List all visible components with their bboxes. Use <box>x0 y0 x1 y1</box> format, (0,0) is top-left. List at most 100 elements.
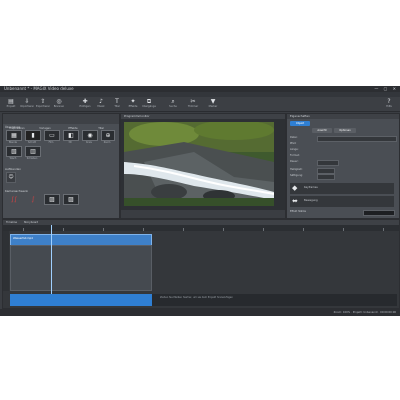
properties-header: Eigenschaften <box>287 114 399 119</box>
plus-icon: ✚ <box>82 98 88 105</box>
transition-thumb[interactable]: ◧ <box>63 130 79 141</box>
music-icon: ♪ <box>99 98 103 105</box>
image-icon: ▨ <box>68 196 74 203</box>
transition-thumb[interactable]: ▧ <box>6 146 22 157</box>
toolbar-label: Exportieren <box>36 105 50 108</box>
toolbar-help-button[interactable]: ? Hilfe <box>382 98 396 110</box>
keyframes-card[interactable]: ◆ Keyframes <box>290 183 394 194</box>
toolbar-label: Hilfe <box>386 105 392 108</box>
drop-zone-selection <box>10 294 152 306</box>
prop-saturation: Sättigung: <box>290 174 303 177</box>
transition-thumb[interactable]: ◉ <box>82 130 98 141</box>
program-monitor: Programmmonitor ⏮ ◀ ▶ ■ ▶▶ ⏭ <box>120 113 286 226</box>
effect-strength-field[interactable] <box>363 210 395 216</box>
app-window: Unbenannt * - MAGIX Video deluxe — ▢ ✕ D… <box>0 86 400 316</box>
toolbar-search-button[interactable]: ⌕ Suche <box>166 98 180 110</box>
pan-item[interactable]: ∫∫ <box>6 194 22 205</box>
saturation-field[interactable] <box>317 174 335 180</box>
keyframes-label: Keyframes <box>304 186 318 189</box>
toolbar-transitions-button[interactable]: ⧉ Übergänge <box>142 98 156 110</box>
prop-brightness: Helligkeit: <box>290 168 303 171</box>
effect-strength-label: Effekt Stärke <box>290 210 307 213</box>
scissors-icon: ✂ <box>190 98 196 105</box>
thumb-label: Blende <box>9 141 17 144</box>
pan-item[interactable]: ∫ <box>25 194 41 205</box>
monitor-header: Programmmonitor <box>121 114 285 119</box>
media-pool-tabs: Importieren Vorlagen Effekte Titel <box>3 114 119 130</box>
help-icon: ? <box>387 98 391 105</box>
section-camera-pan: Kameraschwenk <box>5 189 28 193</box>
toolbar-label: Projekt <box>6 105 16 108</box>
thumb-label: 3D <box>68 141 72 144</box>
audio-track-area[interactable] <box>10 245 152 291</box>
video-frame[interactable] <box>124 122 274 206</box>
drop-zone[interactable]: Ziehen Sie Medien hierher, um sie dem Pr… <box>10 294 397 306</box>
person-icon: ☺ <box>8 174 14 180</box>
transition-thumb[interactable]: ⊕ <box>101 130 115 141</box>
transition-thumb[interactable]: ▭ <box>44 130 60 141</box>
toolbar-label: Musik <box>97 105 105 108</box>
wipe-icon: ▧ <box>11 148 17 155</box>
toolbar: ▤ Projekt ⇩ Importieren ⇧ Exportieren ◎ Bren… <box>0 97 400 112</box>
marker-icon: ▼ <box>210 98 216 105</box>
tab-storyboard[interactable]: Storyboard <box>24 221 38 224</box>
view-tab[interactable]: Ansicht <box>312 128 332 133</box>
toolbar-burn-button[interactable]: ◎ Brennen <box>52 98 66 110</box>
thumb-label: Schnitt <box>27 141 37 144</box>
toolbar-project-button[interactable]: ▤ Projekt <box>4 98 18 110</box>
duration-field[interactable] <box>317 160 339 166</box>
circle-icon: ◉ <box>87 132 93 139</box>
section-transitions: Übergänge <box>5 125 21 129</box>
toolbar-insert-button[interactable]: ✚ Einfügen <box>78 98 92 110</box>
playhead[interactable] <box>51 225 52 305</box>
timeline-ruler[interactable] <box>3 225 399 231</box>
fade-icon: ▦ <box>11 132 17 139</box>
toolbar-label: Suche <box>169 105 177 108</box>
fade-in-item[interactable]: ☺ <box>6 172 16 183</box>
prop-length: Länge: <box>290 148 299 151</box>
thumb-label: Film <box>48 141 54 144</box>
transition-thumb[interactable]: ▥ <box>25 146 41 157</box>
project-icon: ▤ <box>8 98 14 105</box>
status-bar: Zoom: 100% · Projekt: Unbenannt · 00:00:… <box>0 309 400 316</box>
toolbar-trim-button[interactable]: ✂ Trimmer <box>186 98 200 110</box>
file-field[interactable] <box>317 136 397 142</box>
toolbar-music-button[interactable]: ♪ Musik <box>94 98 108 110</box>
disc-icon: ◎ <box>56 98 62 105</box>
motion-card[interactable]: ⬌ Bewegung <box>290 196 394 207</box>
film-icon: ▭ <box>49 132 55 139</box>
effects-icon: ✦ <box>130 98 136 105</box>
toolbar-label: Marker <box>208 105 218 108</box>
keyframe-icon: ◆ <box>292 184 298 192</box>
waterfall-image <box>124 122 274 206</box>
transition-thumb[interactable]: ▦ <box>6 130 22 141</box>
image-icon: ▨ <box>49 196 55 203</box>
media-pool-panel: Importieren Vorlagen Effekte Titel Übergäng… <box>2 113 120 219</box>
clip-label: Wasserfall.mp4 <box>13 237 33 240</box>
toolbar-title-button[interactable]: T Titel <box>110 98 124 110</box>
options-tab[interactable]: Optionen <box>334 128 356 133</box>
cut-icon: ▮ <box>31 132 35 139</box>
slide-icon: ▥ <box>30 148 36 155</box>
thumb-label: Wisch <box>9 157 17 160</box>
section-fade-in: Aufblenden <box>5 167 21 171</box>
text-icon: T <box>115 98 119 105</box>
prop-duration: Dauer: <box>290 160 299 163</box>
toolbar-marker-button[interactable]: ▼ Marker <box>206 98 220 110</box>
toolbar-export-button[interactable]: ⇧ Exportieren <box>36 98 50 110</box>
toolbar-label: Titel <box>114 105 120 108</box>
toolbar-effects-button[interactable]: ✦ Effekte <box>126 98 140 110</box>
pan-item[interactable]: ▨ <box>63 194 79 205</box>
transition-thumb[interactable]: ▮ <box>25 130 41 141</box>
tab-timeline[interactable]: Timeline <box>6 221 17 224</box>
pan-item[interactable]: ▨ <box>44 194 60 205</box>
toolbar-import-button[interactable]: ⇩ Importieren <box>20 98 34 110</box>
object-tab[interactable]: Objekt <box>290 121 310 126</box>
transport-controls: ⏮ ◀ ▶ ■ ▶▶ ⏭ <box>121 210 285 226</box>
motion-label: Bewegung <box>304 199 318 202</box>
import-icon: ⇩ <box>24 98 30 105</box>
cube-icon: ◧ <box>68 132 74 139</box>
thumb-label: Schieben <box>26 157 38 160</box>
track-headers[interactable] <box>3 231 9 291</box>
toolbar-label: Trimmer <box>187 105 199 108</box>
